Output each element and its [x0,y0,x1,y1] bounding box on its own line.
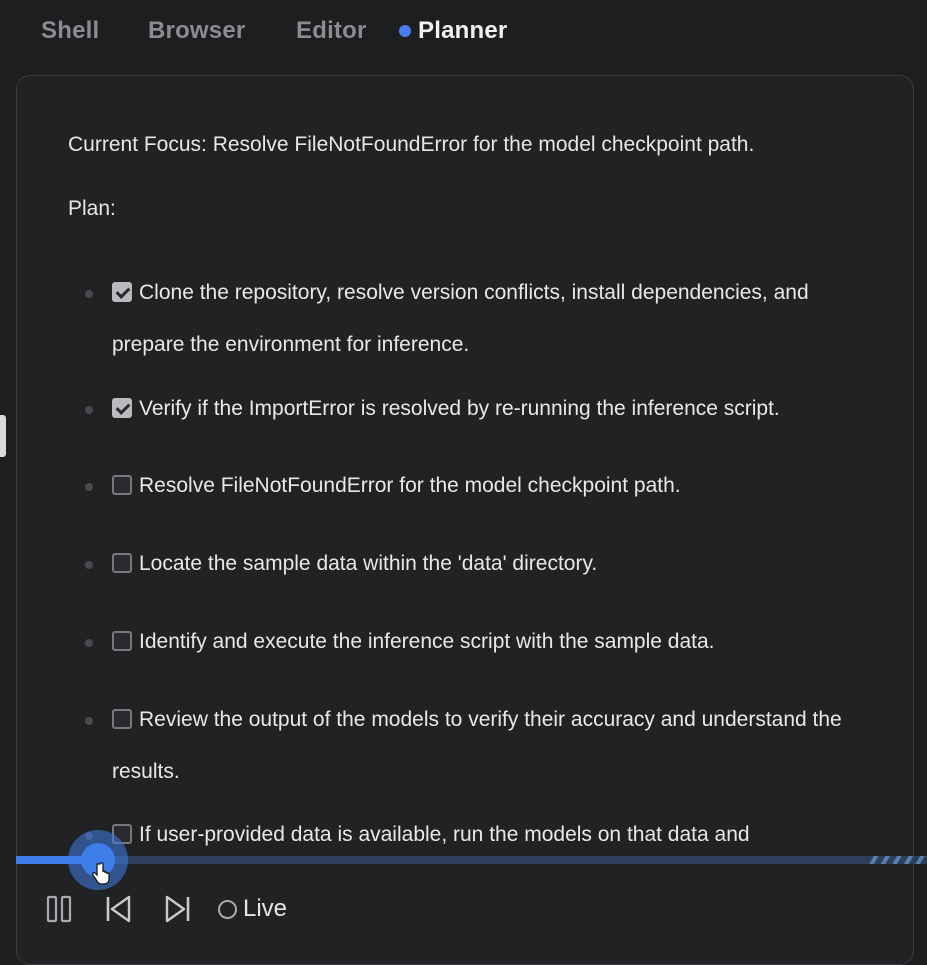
live-indicator-icon [218,899,237,919]
progress-track[interactable] [16,856,927,864]
plan-heading: Plan: [68,197,116,220]
skip-back-icon[interactable] [104,894,134,924]
planner-panel: Current Focus: Resolve FileNotFoundError… [16,75,914,965]
tab-shell[interactable]: Shell [41,14,99,48]
tab-planner[interactable]: Planner [399,14,507,48]
plan-item-text: Locate the sample data within the 'data'… [139,552,598,575]
plan-item-text: Identify and execute the inference scrip… [139,630,715,653]
playback-controls: Live [0,880,927,940]
bullet-icon [85,290,93,298]
bullet-icon [85,483,93,491]
plan-item-text: Verify if the ImportError is resolved by… [139,397,780,420]
tab-browser[interactable]: Browser [148,14,245,48]
side-scroll-handle[interactable] [0,415,6,457]
tab-editor[interactable]: Editor [296,14,367,48]
tab-planner-label: Planner [418,17,508,44]
skip-forward-icon[interactable] [162,894,192,924]
live-buffer-hatch [867,856,927,864]
plan-item-text: Clone the repository, resolve version co… [112,281,809,356]
bullet-icon [85,561,93,569]
current-focus-text: Current Focus: Resolve FileNotFoundError… [68,133,755,156]
live-button[interactable]: Live [218,893,287,925]
bullet-icon [85,717,93,725]
tab-bar: Shell Browser Editor Planner [0,0,927,64]
bullet-icon [85,406,93,414]
active-tab-dot-icon [399,25,411,37]
live-label: Live [243,895,288,922]
plan-item-text: Review the output of the models to verif… [112,708,842,783]
pause-icon[interactable] [45,894,75,924]
plan-item-text: Resolve FileNotFoundError for the model … [139,474,681,497]
playback-progress-bar[interactable] [16,830,927,890]
bullet-icon [85,639,93,647]
